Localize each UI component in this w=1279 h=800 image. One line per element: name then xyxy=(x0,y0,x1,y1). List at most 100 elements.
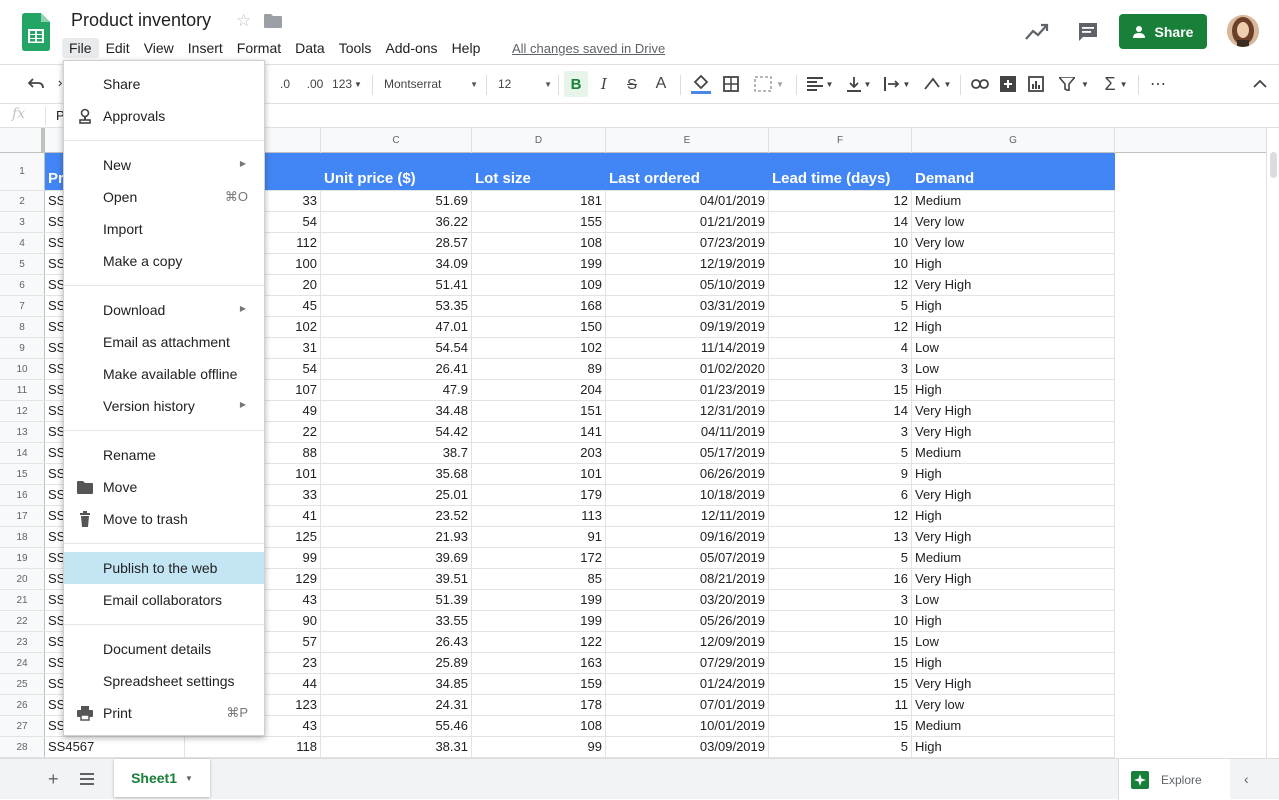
cell-unit-price[interactable]: 33.55 xyxy=(321,611,472,631)
cell-lot-size[interactable]: 108 xyxy=(472,233,606,253)
cell-last-ordered[interactable]: 03/20/2019 xyxy=(606,590,769,610)
cell-lead-time[interactable]: 14 xyxy=(769,401,912,421)
cell-demand[interactable]: High xyxy=(912,653,1115,673)
cell-last-ordered[interactable]: 05/17/2019 xyxy=(606,443,769,463)
header-cell-lead-time[interactable]: Lead time (days) xyxy=(769,153,912,190)
cell-lead-time[interactable]: 11 xyxy=(769,695,912,715)
cell-last-ordered[interactable]: 04/01/2019 xyxy=(606,191,769,211)
cell-unit-price[interactable]: 23.52 xyxy=(321,506,472,526)
cell-unit-price[interactable]: 24.31 xyxy=(321,695,472,715)
cell-demand[interactable]: Medium xyxy=(912,191,1115,211)
cell-lot-size[interactable]: 91 xyxy=(472,527,606,547)
cell-lead-time[interactable]: 4 xyxy=(769,338,912,358)
activity-dashboard-icon[interactable] xyxy=(1025,22,1049,42)
cell-demand[interactable]: Very High xyxy=(912,569,1115,589)
cell-unit-price[interactable]: 54.42 xyxy=(321,422,472,442)
text-wrapping-icon[interactable]: ▼ xyxy=(880,71,914,97)
borders-icon[interactable] xyxy=(719,71,743,97)
row-number[interactable]: 22 xyxy=(0,611,45,631)
cell-lead-time[interactable]: 3 xyxy=(769,359,912,379)
row-number[interactable]: 20 xyxy=(0,569,45,589)
cell-lot-size[interactable]: 199 xyxy=(472,611,606,631)
cell-lot-size[interactable]: 113 xyxy=(472,506,606,526)
cell-unit-price[interactable]: 47.01 xyxy=(321,317,472,337)
row-number[interactable]: 21 xyxy=(0,590,45,610)
sheets-logo-icon[interactable] xyxy=(22,13,50,51)
cell-demand[interactable]: Very High xyxy=(912,275,1115,295)
menu-item-print[interactable]: Print ⌘P xyxy=(64,697,264,729)
cell-last-ordered[interactable]: 05/26/2019 xyxy=(606,611,769,631)
cell-demand[interactable]: High xyxy=(912,737,1115,757)
cell-lot-size[interactable]: 172 xyxy=(472,548,606,568)
menu-item-version-history[interactable]: Version history ▶ xyxy=(64,390,264,422)
row-number[interactable]: 14 xyxy=(0,443,45,463)
vertical-align-icon[interactable]: ▼ xyxy=(843,71,875,97)
cell-demand[interactable]: High xyxy=(912,611,1115,631)
header-cell-demand[interactable]: Demand xyxy=(912,153,1115,190)
cell-lot-size[interactable]: 85 xyxy=(472,569,606,589)
cell-demand[interactable]: Low xyxy=(912,359,1115,379)
row-number[interactable]: 23 xyxy=(0,632,45,652)
cell-lot-size[interactable]: 141 xyxy=(472,422,606,442)
cell-lead-time[interactable]: 15 xyxy=(769,653,912,673)
cell-unit-price[interactable]: 34.09 xyxy=(321,254,472,274)
cell-last-ordered[interactable]: 07/23/2019 xyxy=(606,233,769,253)
cell-demand[interactable]: Very low xyxy=(912,212,1115,232)
menu-view[interactable]: View xyxy=(137,38,181,58)
star-icon[interactable]: ☆ xyxy=(236,11,251,31)
sheet-tab-sheet1[interactable]: Sheet1 ▼ xyxy=(114,759,210,797)
cell-last-ordered[interactable]: 01/02/2020 xyxy=(606,359,769,379)
menu-item-approvals[interactable]: Approvals xyxy=(64,100,264,132)
cell-unit-price[interactable]: 21.93 xyxy=(321,527,472,547)
cell-lead-time[interactable]: 13 xyxy=(769,527,912,547)
cell-last-ordered[interactable]: 03/09/2019 xyxy=(606,737,769,757)
cell-last-ordered[interactable]: 04/11/2019 xyxy=(606,422,769,442)
cell-unit-price[interactable]: 51.69 xyxy=(321,191,472,211)
cell-last-ordered[interactable]: 07/29/2019 xyxy=(606,653,769,673)
font-size-select[interactable]: 12 ▼ xyxy=(498,71,552,97)
cell-lot-size[interactable]: 108 xyxy=(472,716,606,736)
vertical-scrollbar[interactable] xyxy=(1266,128,1279,758)
cell-last-ordered[interactable]: 07/01/2019 xyxy=(606,695,769,715)
cell-lead-time[interactable]: 6 xyxy=(769,485,912,505)
cell-demand[interactable]: Medium xyxy=(912,716,1115,736)
row-number[interactable]: 18 xyxy=(0,527,45,547)
cell-lot-size[interactable]: 99 xyxy=(472,737,606,757)
cell-unit-price[interactable]: 38.31 xyxy=(321,737,472,757)
cell-demand[interactable]: Very High xyxy=(912,527,1115,547)
cell-unit-price[interactable]: 35.68 xyxy=(321,464,472,484)
share-button[interactable]: Share xyxy=(1119,14,1207,49)
column-header-d[interactable]: D xyxy=(472,128,606,153)
cell-demand[interactable]: Very High xyxy=(912,485,1115,505)
menu-item-share[interactable]: Share xyxy=(64,68,264,100)
header-cell-lot-size[interactable]: Lot size xyxy=(472,153,606,190)
more-formats-button[interactable]: 123 ▼ xyxy=(330,71,364,97)
row-number[interactable]: 8 xyxy=(0,317,45,337)
menu-item-new[interactable]: New ▶ xyxy=(64,149,264,181)
row-number[interactable]: 3 xyxy=(0,212,45,232)
cell-lot-size[interactable]: 122 xyxy=(472,632,606,652)
insert-comment-icon[interactable] xyxy=(996,71,1020,97)
row-number[interactable]: 28 xyxy=(0,737,45,757)
cell-demand[interactable]: Very High xyxy=(912,422,1115,442)
cell-lot-size[interactable]: 102 xyxy=(472,338,606,358)
cell-lead-time[interactable]: 5 xyxy=(769,443,912,463)
add-sheet-icon[interactable]: + xyxy=(48,769,59,790)
column-header-c[interactable]: C xyxy=(321,128,472,153)
cell-lot-size[interactable]: 101 xyxy=(472,464,606,484)
cell-lead-time[interactable]: 10 xyxy=(769,611,912,631)
cell-demand[interactable]: High xyxy=(912,506,1115,526)
cell-lot-size[interactable]: 159 xyxy=(472,674,606,694)
column-header-f[interactable]: F xyxy=(769,128,912,153)
cell-demand[interactable]: High xyxy=(912,296,1115,316)
cell-lead-time[interactable]: 5 xyxy=(769,296,912,316)
row-number[interactable]: 19 xyxy=(0,548,45,568)
cell-demand[interactable]: Medium xyxy=(912,548,1115,568)
cell-lot-size[interactable]: 109 xyxy=(472,275,606,295)
avatar[interactable] xyxy=(1227,15,1259,47)
cell-lead-time[interactable]: 12 xyxy=(769,506,912,526)
cell-product[interactable]: SS4567 xyxy=(45,737,185,757)
cell-last-ordered[interactable]: 01/24/2019 xyxy=(606,674,769,694)
menu-item-download[interactable]: Download ▶ xyxy=(64,294,264,326)
column-header-g[interactable]: G xyxy=(912,128,1115,153)
